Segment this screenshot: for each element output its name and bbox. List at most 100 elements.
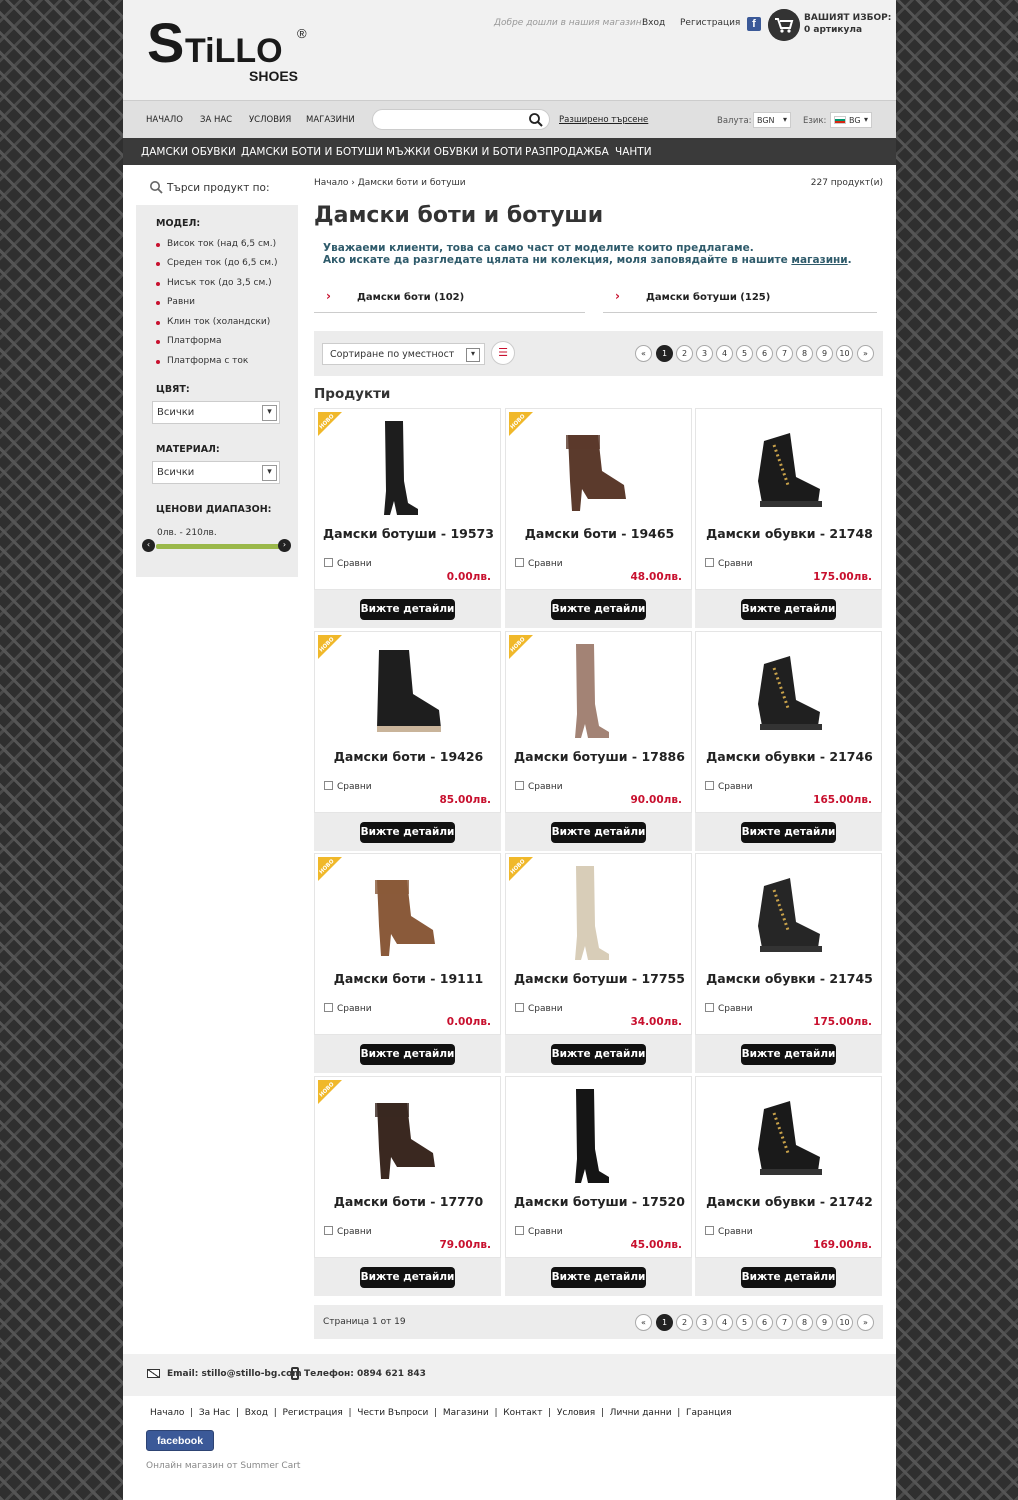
footer-link[interactable]: Магазини [443, 1408, 489, 1418]
compare-checkbox[interactable]: Сравни [515, 1226, 563, 1237]
page-button-4[interactable]: 4 [716, 345, 733, 362]
view-details-button[interactable]: Вижте детайли [741, 822, 836, 843]
product-title[interactable]: Дамски боти - 19426 [315, 749, 502, 764]
compare-checkbox[interactable]: Сравни [324, 1226, 372, 1237]
price-slider-min-handle[interactable]: ‹ [142, 539, 155, 552]
product-card[interactable]: НОВО Дамски боти - 17770 Сравни 79.00лв.… [314, 1076, 501, 1296]
product-card-body[interactable]: Дамски обувки - 21742 Сравни 169.00лв. [695, 1076, 882, 1258]
product-card[interactable]: НОВО Дамски ботуши - 17755 Сравни 34.00л… [505, 853, 692, 1073]
footer-link[interactable]: Условия [557, 1408, 595, 1418]
footer-link[interactable]: Начало [150, 1408, 184, 1418]
nav-terms[interactable]: УСЛОВИЯ [249, 115, 291, 125]
compare-checkbox[interactable]: Сравни [515, 1003, 563, 1014]
product-card-body[interactable]: Дамски обувки - 21746 Сравни 165.00лв. [695, 631, 882, 813]
view-details-button[interactable]: Вижте детайли [741, 599, 836, 620]
checkbox-icon[interactable] [705, 1003, 714, 1012]
page-button-8[interactable]: 8 [796, 345, 813, 362]
view-details-button[interactable]: Вижте детайли [551, 822, 646, 843]
sort-select[interactable]: Сортиране по уместност [322, 343, 485, 365]
compare-checkbox[interactable]: Сравни [705, 1003, 753, 1014]
view-details-button[interactable]: Вижте детайли [360, 599, 455, 620]
view-details-button[interactable]: Вижте детайли [551, 599, 646, 620]
product-card-body[interactable]: НОВО Дамски боти - 19111 Сравни 0.00лв. [314, 853, 501, 1035]
footer-link[interactable]: Контакт [503, 1408, 542, 1418]
product-card[interactable]: Дамски обувки - 21745 Сравни 175.00лв. В… [695, 853, 882, 1073]
checkbox-icon[interactable] [515, 781, 524, 790]
next-page-button[interactable]: » [857, 345, 874, 362]
compare-checkbox[interactable]: Сравни [705, 558, 753, 569]
product-title[interactable]: Дамски ботуши - 19573 [315, 526, 502, 541]
product-card-body[interactable]: Дамски обувки - 21745 Сравни 175.00лв. [695, 853, 882, 1035]
checkbox-icon[interactable] [705, 781, 714, 790]
page-button-3[interactable]: 3 [696, 1314, 713, 1331]
subcategory-womens-ankle-boots[interactable]: › Дамски боти (102) [314, 283, 585, 313]
next-page-button[interactable]: » [857, 1314, 874, 1331]
page-button-2[interactable]: 2 [676, 1314, 693, 1331]
prev-page-button[interactable]: « [635, 345, 652, 362]
category-womens-boots[interactable]: ДАМСКИ БОТИ И БОТУШИ [241, 146, 383, 158]
language-select[interactable]: BG ▾ [830, 112, 872, 128]
cart-icon[interactable] [768, 9, 800, 41]
footer-link[interactable]: Гаранция [686, 1408, 732, 1418]
footer-link[interactable]: Регистрация [282, 1408, 342, 1418]
nav-stores[interactable]: МАГАЗИНИ [306, 115, 355, 125]
view-details-button[interactable]: Вижте детайли [741, 1267, 836, 1288]
register-link[interactable]: Регистрация [680, 18, 740, 28]
product-card-body[interactable]: НОВО Дамски боти - 19426 Сравни 85.00лв. [314, 631, 501, 813]
product-title[interactable]: Дамски ботуши - 17755 [506, 971, 693, 986]
checkbox-icon[interactable] [324, 1226, 333, 1235]
view-details-button[interactable]: Вижте детайли [360, 822, 455, 843]
search-icon[interactable] [528, 112, 544, 128]
login-link[interactable]: Вход [642, 18, 665, 28]
product-title[interactable]: Дамски боти - 19111 [315, 971, 502, 986]
view-details-button[interactable]: Вижте детайли [741, 1044, 836, 1065]
stillo-logo[interactable]: S TiLLO ® SHOES [147, 10, 317, 85]
search-input[interactable] [372, 109, 550, 130]
page-button-9[interactable]: 9 [816, 345, 833, 362]
product-card[interactable]: Дамски обувки - 21742 Сравни 169.00лв. В… [695, 1076, 882, 1296]
checkbox-icon[interactable] [705, 1226, 714, 1235]
product-title[interactable]: Дамски обувки - 21742 [696, 1194, 883, 1209]
product-title[interactable]: Дамски боти - 19465 [506, 526, 693, 541]
breadcrumb[interactable]: Начало › Дамски боти и ботуши [314, 178, 466, 188]
category-mens-shoes[interactable]: МЪЖКИ ОБУВКИ И БОТИ [386, 146, 522, 158]
compare-checkbox[interactable]: Сравни [705, 1226, 753, 1237]
page-button-9[interactable]: 9 [816, 1314, 833, 1331]
category-sale[interactable]: РАЗПРОДАЖБА [525, 146, 609, 158]
product-title[interactable]: Дамски обувки - 21746 [696, 749, 883, 764]
subcategory-womens-tall-boots[interactable]: › Дамски ботуши (125) [603, 283, 877, 313]
product-card[interactable]: НОВО Дамски боти - 19111 Сравни 0.00лв. … [314, 853, 501, 1073]
product-title[interactable]: Дамски ботуши - 17520 [506, 1194, 693, 1209]
checkbox-icon[interactable] [515, 1003, 524, 1012]
page-button-4[interactable]: 4 [716, 1314, 733, 1331]
compare-checkbox[interactable]: Сравни [705, 781, 753, 792]
product-card[interactable]: НОВО Дамски боти - 19426 Сравни 85.00лв.… [314, 631, 501, 851]
advanced-search-link[interactable]: Разширено търсене [559, 115, 648, 125]
prev-page-button[interactable]: « [635, 1314, 652, 1331]
checkbox-icon[interactable] [515, 1226, 524, 1235]
page-button-5[interactable]: 5 [736, 1314, 753, 1331]
view-details-button[interactable]: Вижте детайли [551, 1044, 646, 1065]
checkbox-icon[interactable] [705, 558, 714, 567]
product-card-body[interactable]: Дамски обувки - 21748 Сравни 175.00лв. [695, 408, 882, 590]
product-card-body[interactable]: НОВО Дамски боти - 19465 Сравни 48.00лв. [505, 408, 692, 590]
compare-checkbox[interactable]: Сравни [515, 558, 563, 569]
compare-checkbox[interactable]: Сравни [515, 781, 563, 792]
page-button-10[interactable]: 10 [836, 345, 853, 362]
page-button-1[interactable]: 1 [656, 1314, 673, 1331]
view-details-button[interactable]: Вижте детайли [551, 1267, 646, 1288]
nav-about[interactable]: ЗА НАС [200, 115, 232, 125]
checkbox-icon[interactable] [324, 1003, 333, 1012]
page-button-5[interactable]: 5 [736, 345, 753, 362]
product-card[interactable]: Дамски ботуши - 17520 Сравни 45.00лв. Ви… [505, 1076, 692, 1296]
page-button-6[interactable]: 6 [756, 345, 773, 362]
stores-link[interactable]: магазини [791, 254, 847, 266]
color-select[interactable]: Всички [152, 401, 280, 424]
compare-checkbox[interactable]: Сравни [324, 1003, 372, 1014]
price-slider-max-handle[interactable]: › [278, 539, 291, 552]
model-high-heel[interactable]: Висок ток (над 6,5 см.) [167, 239, 276, 249]
product-card[interactable]: НОВО Дамски боти - 19465 Сравни 48.00лв.… [505, 408, 692, 628]
footer-link[interactable]: За Нас [199, 1408, 230, 1418]
product-title[interactable]: Дамски обувки - 21748 [696, 526, 883, 541]
page-button-1[interactable]: 1 [656, 345, 673, 362]
